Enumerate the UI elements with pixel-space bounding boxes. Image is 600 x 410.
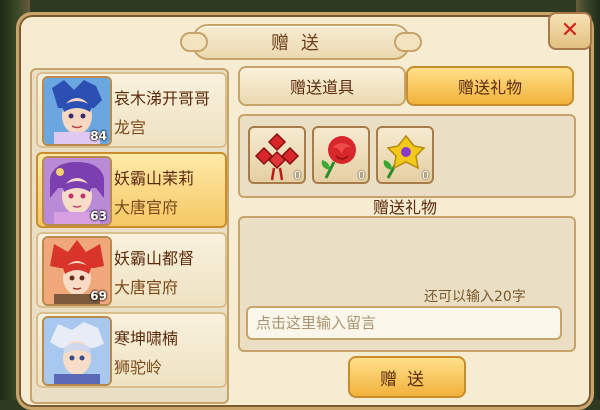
friend-item-2[interactable]: 63 妖霸山茉莉 大唐官府 xyxy=(36,152,227,228)
friend-level: 63 xyxy=(90,209,107,223)
avatar: 63 xyxy=(42,156,112,226)
tab-gift-items[interactable]: 赠送道具 xyxy=(238,66,406,106)
friend-name: 妖霸山茉莉 xyxy=(114,169,195,188)
message-input[interactable] xyxy=(246,306,562,340)
gift-count: 0 xyxy=(294,169,301,182)
friend-level: 69 xyxy=(90,289,107,303)
friend-item-1[interactable]: 84 哀木涕开哥哥 龙宫 xyxy=(36,72,227,148)
avatar: 69 xyxy=(42,236,112,306)
avatar xyxy=(42,316,112,386)
gift-count: 0 xyxy=(358,169,365,182)
close-icon: ✕ xyxy=(560,18,580,43)
send-gift-button[interactable]: 赠送 xyxy=(348,356,466,398)
friend-list[interactable]: 84 哀木涕开哥哥 龙宫 63 妖霸山茉莉 大唐官府 69 妖霸山都督 大唐官府… xyxy=(30,68,229,404)
friend-item-4[interactable]: 寒坤啸楠 狮驼岭 xyxy=(36,312,227,388)
gift-section-label: 赠送礼物 xyxy=(372,198,437,217)
close-button[interactable]: ✕ xyxy=(548,12,592,50)
friend-name: 寒坤啸楠 xyxy=(114,329,179,348)
avatar: 84 xyxy=(42,76,112,146)
remaining-chars-hint: 还可以输入20字 xyxy=(424,289,526,305)
gift-grid: 0 0 0 xyxy=(238,114,576,198)
gift-count: 0 xyxy=(422,169,429,182)
gift-slot-chinese-knot[interactable]: 0 xyxy=(248,126,306,184)
tab-gift-presents[interactable]: 赠送礼物 xyxy=(406,66,574,106)
dialog-title: 赠送 xyxy=(271,33,331,54)
gift-slot-rose[interactable]: 0 xyxy=(312,126,370,184)
friend-name: 妖霸山都督 xyxy=(114,249,195,268)
friend-item-3[interactable]: 69 妖霸山都督 大唐官府 xyxy=(36,232,227,308)
dialog-title-plate: 赠送 xyxy=(180,24,422,60)
friend-faction: 龙宫 xyxy=(114,118,147,137)
friend-faction: 大唐官府 xyxy=(114,198,179,217)
friend-name: 哀木涕开哥哥 xyxy=(114,89,211,108)
friend-faction: 大唐官府 xyxy=(114,278,179,297)
friend-faction: 狮驼岭 xyxy=(114,358,163,377)
friend-level: 84 xyxy=(90,129,107,143)
gift-slot-yellow-flower[interactable]: 0 xyxy=(376,126,434,184)
